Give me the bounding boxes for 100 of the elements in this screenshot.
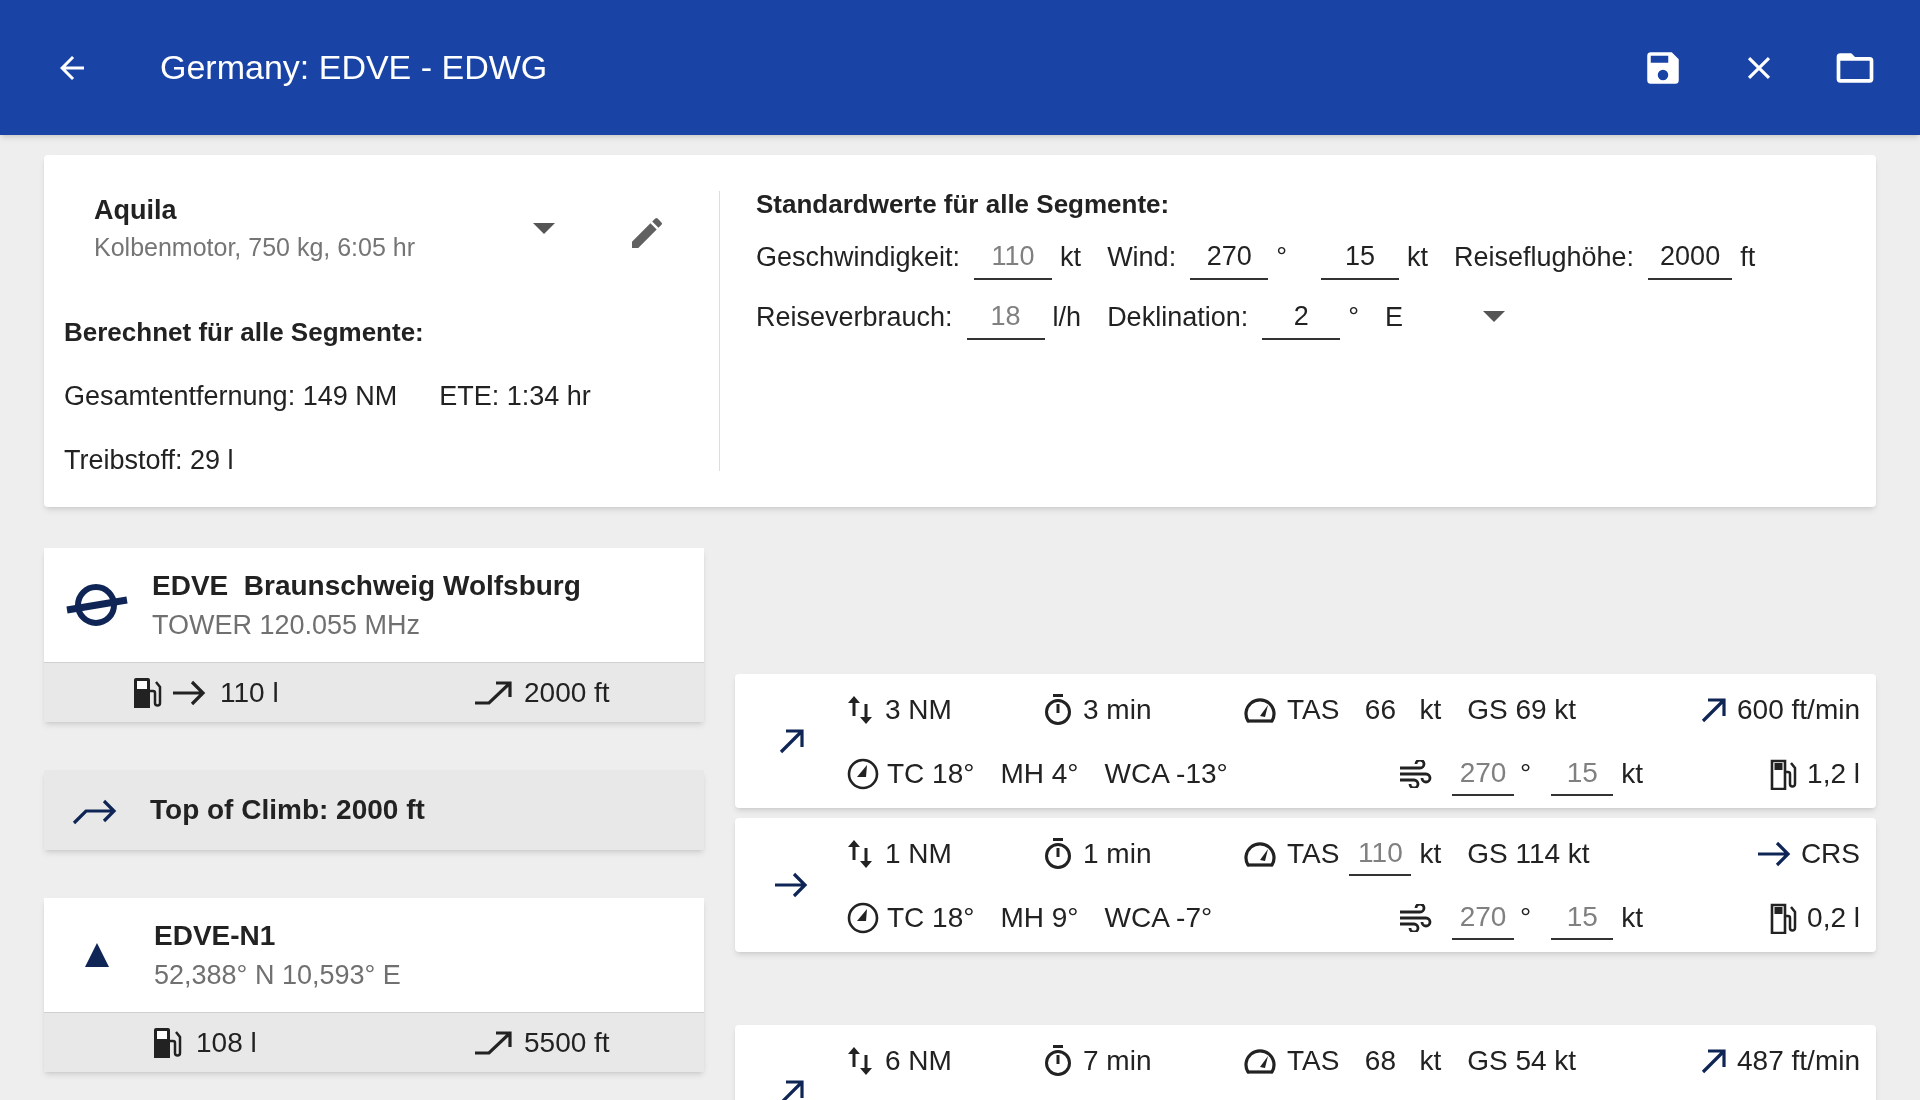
aircraft-details: Kolbenmotor, 750 kg, 6:05 hr	[94, 232, 416, 263]
speedometer-icon	[1243, 1047, 1277, 1075]
speedometer-icon	[1243, 840, 1277, 868]
fuel-pump-icon	[152, 1026, 182, 1059]
unit-label: kt	[1419, 693, 1442, 727]
time-value: 1 min	[1083, 837, 1152, 871]
top-of-climb-label: Top of Climb: 2000 ft	[150, 793, 425, 827]
vertical-mode: 487 ft/min	[1737, 1044, 1860, 1078]
field-label: Wind:	[1107, 240, 1177, 274]
input-field[interactable]: 2	[1262, 294, 1341, 340]
compass-icon	[847, 902, 879, 934]
altitude-value: 5500 ft	[524, 1025, 610, 1060]
fuel-amount: 0,2 l	[1807, 901, 1860, 935]
input-field[interactable]: 110	[1349, 832, 1412, 876]
distance-value: 1 NM	[885, 837, 952, 871]
tas-label: TAS	[1287, 837, 1340, 871]
input-field[interactable]: 2000	[1648, 234, 1733, 280]
unit-label: kt	[1419, 1044, 1442, 1078]
tas-value: 68	[1363, 1044, 1397, 1078]
waypoint-title: EDVE-N1	[154, 919, 277, 953]
input-field[interactable]: 270	[1452, 896, 1514, 940]
input-field[interactable]: 18	[966, 294, 1045, 340]
stopwatch-icon	[1043, 838, 1073, 870]
waypoint-card[interactable]: EDVE-N1 52,388° N 10,593° E 108 l 5500 ft	[44, 898, 704, 1072]
unit-label: kt	[1621, 757, 1643, 791]
arrow-right-icon	[1756, 841, 1791, 867]
ground-speed: GS 69 kt	[1467, 693, 1577, 727]
section-heading: Standardwerte für alle Segmente:	[756, 188, 1171, 221]
wind-icon	[1398, 904, 1432, 932]
input-field[interactable]: 270	[1190, 234, 1269, 280]
unit-label: kt	[1060, 240, 1082, 274]
caret-down-icon[interactable]	[533, 223, 555, 235]
true-course: TC 18°	[887, 757, 975, 791]
unit-label: kt	[1406, 240, 1428, 274]
direction-dropdown[interactable]: E	[1385, 296, 1505, 338]
unit-label: ft	[1740, 240, 1756, 274]
unit-label: kt	[1419, 837, 1442, 871]
unit-label: kt	[1621, 901, 1643, 935]
up-down-arrows-icon	[847, 839, 873, 869]
segment-card[interactable]: 3 NM 3 min TAS 66 kt GS 69 kt 600 ft/min TC 18° MH 4° WCA -13° 270 ° 15 kt 1,2 l	[735, 674, 1876, 808]
field-label: Deklination:	[1107, 300, 1249, 334]
section-heading: Berechnet für alle Segmente:	[64, 316, 425, 349]
wind-correction-angle: WCA -7°	[1104, 901, 1213, 935]
arrow-up-right-icon	[1699, 696, 1728, 724]
tas-label: TAS	[1287, 693, 1340, 727]
vertical-mode: CRS	[1800, 837, 1860, 871]
magnetic-heading: MH 4°	[1000, 757, 1079, 791]
time-value: 3 min	[1083, 693, 1152, 727]
climb-arrow-icon	[474, 1030, 514, 1055]
fuel-amount: 110 l	[220, 675, 279, 710]
waypoint-subtitle: TOWER 120.055 MHz	[152, 609, 422, 642]
unit-label: °	[1348, 300, 1359, 334]
summary-text: ETE: 1:34 hr	[439, 380, 591, 413]
true-course: TC 18°	[887, 901, 975, 935]
window-title: Germany: EDVE - EDWG	[160, 47, 548, 88]
distance-value: 6 NM	[885, 1044, 952, 1078]
unit-label: l/h	[1052, 300, 1082, 334]
fuel-pump-icon	[132, 676, 162, 709]
up-down-arrows-icon	[847, 695, 873, 725]
wind-correction-angle: WCA -13°	[1104, 757, 1228, 791]
arrow-up-right-icon	[1699, 1047, 1728, 1075]
input-field[interactable]: 270	[1452, 752, 1514, 796]
speedometer-icon	[1243, 696, 1277, 724]
summary-text: Treibstoff: 29 l	[64, 444, 234, 477]
waypoint-card[interactable]: EDVE Braunschweig Wolfsburg TOWER 120.055 MHz 110 l 2000 ft	[44, 548, 704, 722]
unit-label: °	[1520, 757, 1532, 791]
summary-text: Gesamtentfernung: 149 NM	[64, 380, 398, 413]
stopwatch-icon	[1043, 1045, 1073, 1077]
vertical-mode: 600 ft/min	[1737, 693, 1860, 727]
wind-icon	[1398, 760, 1432, 788]
up-down-arrows-icon	[847, 1046, 873, 1076]
fuel-amount: 108 l	[196, 1025, 257, 1060]
input-field[interactable]: 110	[974, 234, 1053, 280]
input-field[interactable]: 15	[1551, 896, 1614, 940]
caret-down-icon	[1483, 311, 1505, 323]
field-label: Reiseflughöhe:	[1454, 240, 1635, 274]
waypoint-title: EDVE Braunschweig Wolfsburg	[152, 569, 581, 603]
time-value: 7 min	[1083, 1044, 1152, 1078]
ground-speed: GS 54 kt	[1467, 1044, 1577, 1078]
top-of-climb-row[interactable]: Top of Climb: 2000 ft	[44, 770, 704, 850]
field-label: Reiseverbrauch:	[756, 300, 953, 334]
arrow-up-right-icon	[777, 727, 805, 755]
airport-symbol-icon	[66, 583, 128, 627]
segment-card[interactable]: 1 NM 1 min TAS 110 kt GS 114 kt CRS TC 18° MH 9° WCA -7° 270 ° 15 kt 0,2 l	[735, 818, 1876, 952]
tas-value: 66	[1363, 693, 1397, 727]
input-field[interactable]: 15	[1320, 234, 1399, 280]
input-field[interactable]: 15	[1551, 752, 1614, 796]
unit-label: °	[1276, 240, 1287, 274]
climb-arrow-icon	[474, 680, 514, 705]
arrow-right-icon	[774, 872, 808, 898]
stopwatch-icon	[1043, 694, 1073, 726]
segment-card[interactable]: 6 NM 7 min TAS 68 kt GS 54 kt 487 ft/min	[735, 1025, 1876, 1100]
aircraft-name: Aquila	[94, 194, 178, 227]
fuel-amount: 1,2 l	[1807, 757, 1860, 791]
field-label: Geschwindigkeit:	[756, 240, 961, 274]
triangle-icon	[84, 942, 110, 968]
ground-speed: GS 114 kt	[1467, 837, 1590, 871]
unit-label: °	[1520, 901, 1532, 935]
waypoint-subtitle: 52,388° N 10,593° E	[154, 959, 401, 992]
tas-label: TAS	[1287, 1044, 1340, 1078]
